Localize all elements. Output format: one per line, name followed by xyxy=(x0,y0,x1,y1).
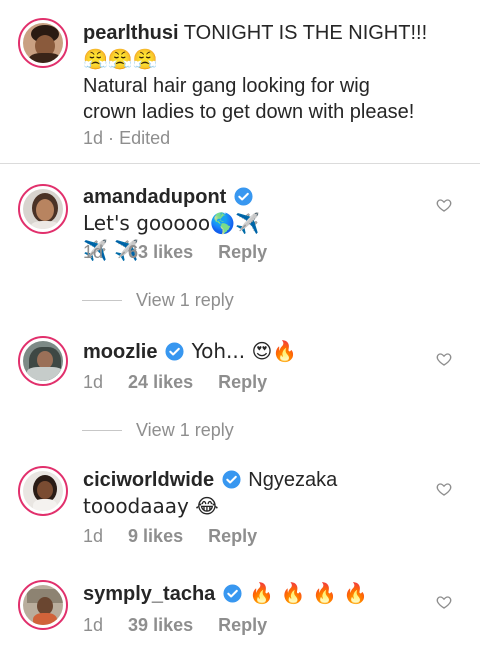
comment-body: Ngyezaka xyxy=(248,469,338,491)
verified-badge-icon xyxy=(222,470,241,489)
comment-meta: 1d 24 likes Reply xyxy=(83,371,267,393)
reply-button[interactable]: Reply xyxy=(208,526,257,546)
comment-meta: 1d 63 likes Reply xyxy=(83,241,267,263)
avatar[interactable] xyxy=(18,466,68,516)
verified-badge-icon xyxy=(234,187,253,206)
comment-username[interactable]: moozlie xyxy=(83,341,157,363)
avatar[interactable] xyxy=(18,336,68,386)
reply-button[interactable]: Reply xyxy=(218,242,267,262)
comment-time: 1d xyxy=(83,372,104,392)
avatar[interactable] xyxy=(18,18,68,68)
comment-likes[interactable]: 9 likes xyxy=(128,526,183,546)
comment-time: 1d xyxy=(83,615,104,635)
comment-username[interactable]: ciciworldwide xyxy=(83,469,214,491)
caption-line-2: Natural hair gang looking for wig xyxy=(83,75,370,97)
comment-likes[interactable]: 24 likes xyxy=(128,372,193,392)
comment-username[interactable]: symply_tacha xyxy=(83,583,215,605)
caption-emojis: 😤😤😤 xyxy=(83,47,158,71)
view-replies-button[interactable]: View 1 reply xyxy=(82,289,234,311)
view-replies-button[interactable]: View 1 reply xyxy=(82,419,234,441)
comment-likes[interactable]: 63 likes xyxy=(128,242,193,262)
caption-text: pearlthusi TONIGHT IS THE NIGHT!!! 😤😤😤 N… xyxy=(83,20,463,125)
divider xyxy=(82,429,122,431)
comment-body: Let's gooooo🌎✈️ xyxy=(83,211,260,235)
reply-button[interactable]: Reply xyxy=(218,615,267,635)
comment-body-line-2: tooodaaay 😂 xyxy=(83,494,219,518)
comment-body: 🔥 🔥 🔥 🔥 xyxy=(249,581,369,605)
caption-line-3: crown ladies to get down with please! xyxy=(83,101,415,123)
comment-meta: 1d 9 likes Reply xyxy=(83,525,257,547)
divider xyxy=(82,299,122,301)
comment-username[interactable]: amandadupont xyxy=(83,186,226,208)
post-caption: pearlthusi TONIGHT IS THE NIGHT!!! 😤😤😤 N… xyxy=(0,0,480,164)
caption-separator: · xyxy=(108,128,115,148)
verified-badge-icon xyxy=(165,342,184,361)
reply-button[interactable]: Reply xyxy=(218,372,267,392)
heart-icon[interactable] xyxy=(436,481,452,497)
view-replies-label: View 1 reply xyxy=(136,420,234,440)
comment-time: 1d xyxy=(83,242,104,262)
comment-body: Yoh... 😍🔥 xyxy=(191,339,298,363)
view-replies-label: View 1 reply xyxy=(136,290,234,310)
avatar[interactable] xyxy=(18,184,68,234)
caption-username[interactable]: pearlthusi xyxy=(83,22,179,44)
caption-meta: 1d · Edited xyxy=(83,127,170,149)
comment-text: moozlie Yoh... 😍🔥 xyxy=(83,338,413,365)
caption-time: 1d xyxy=(83,128,104,148)
avatar[interactable] xyxy=(18,580,68,630)
heart-icon[interactable] xyxy=(436,351,452,367)
heart-icon[interactable] xyxy=(436,594,452,610)
caption-edited: Edited xyxy=(119,128,171,148)
comment-meta: 1d 39 likes Reply xyxy=(83,614,267,636)
verified-badge-icon xyxy=(223,584,242,603)
caption-line-1: TONIGHT IS THE NIGHT!!! xyxy=(183,22,428,44)
comment-text: symply_tacha 🔥 🔥 🔥 🔥 xyxy=(83,580,413,607)
comment-time: 1d xyxy=(83,526,104,546)
comment-text: ciciworldwide Ngyezaka tooodaaay 😂 xyxy=(83,467,413,520)
heart-icon[interactable] xyxy=(436,197,452,213)
comment-likes[interactable]: 39 likes xyxy=(128,615,193,635)
